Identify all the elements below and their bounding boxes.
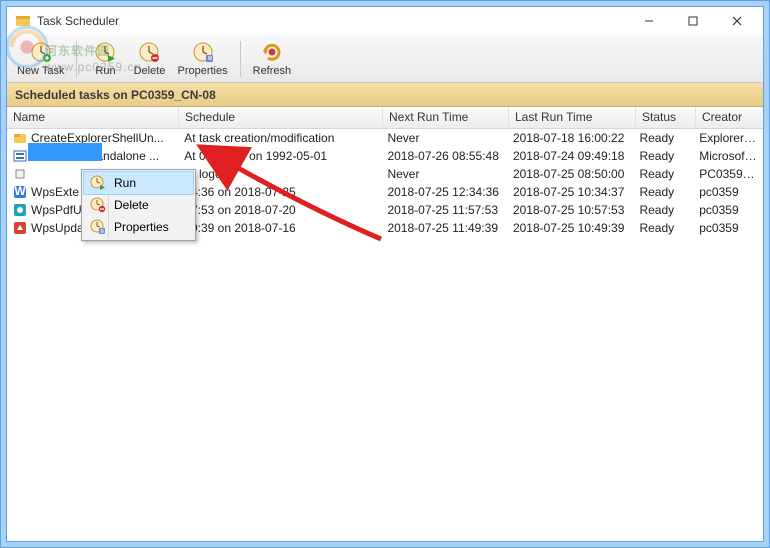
app-window: Task Scheduler 河东软件园 www.pc0359.cn New T… xyxy=(6,6,764,542)
new-task-label: New Task xyxy=(17,65,64,77)
close-button[interactable] xyxy=(715,10,759,32)
task-next-run: 2018-07-26 08:55:48 xyxy=(381,149,507,163)
col-last-run[interactable]: Last Run Time xyxy=(509,107,636,128)
task-schedule: 49:39 on 2018-07-16 xyxy=(178,221,381,235)
task-schedule: 34:36 on 2018-07-25 xyxy=(178,185,381,199)
refresh-icon xyxy=(260,40,284,64)
context-run-label: Run xyxy=(114,176,136,190)
task-next-run: 2018-07-25 11:49:39 xyxy=(381,221,507,235)
task-last-run: 2018-07-24 09:49:18 xyxy=(507,149,634,163)
clock-properties-icon xyxy=(88,219,108,235)
task-name: WpsPdfU xyxy=(31,203,82,217)
task-last-run: 2018-07-25 10:57:53 xyxy=(507,203,634,217)
col-next-run[interactable]: Next Run Time xyxy=(383,107,509,128)
task-status: Ready xyxy=(633,221,693,235)
toolbar: 河东软件园 www.pc0359.cn New Task Run Delete … xyxy=(7,35,763,83)
task-name: WpsExte xyxy=(31,185,79,199)
context-properties-label: Properties xyxy=(114,220,169,234)
task-creator: pc0359 xyxy=(693,203,763,217)
table-row[interactable]: OneDrive Standalone ...At 04:00:00 on 19… xyxy=(7,147,763,165)
info-bar-text: Scheduled tasks on PC0359_CN-08 xyxy=(15,88,216,102)
task-icon xyxy=(13,167,27,181)
info-bar: Scheduled tasks on PC0359_CN-08 xyxy=(7,83,763,107)
title-bar: Task Scheduler xyxy=(7,7,763,35)
clock-run-icon xyxy=(88,175,108,191)
table-row[interactable]: CreateExplorerShellUn...At task creation… xyxy=(7,129,763,147)
window-title: Task Scheduler xyxy=(37,14,627,28)
col-creator[interactable]: Creator xyxy=(696,107,763,128)
task-next-run: Never xyxy=(381,131,507,145)
task-schedule: 57:53 on 2018-07-20 xyxy=(178,203,381,217)
task-schedule: At task creation/modification xyxy=(178,131,381,145)
maximize-button[interactable] xyxy=(671,10,715,32)
properties-label: Properties xyxy=(177,65,227,77)
task-creator: Microsoft Cor... xyxy=(693,149,763,163)
context-menu-run[interactable]: Run xyxy=(83,171,194,195)
clock-delete-icon xyxy=(137,40,161,64)
context-menu: Run Delete Properties xyxy=(81,169,196,241)
col-status[interactable]: Status xyxy=(636,107,696,128)
task-creator: ExplorerShell... xyxy=(693,131,763,145)
delete-button[interactable]: Delete xyxy=(127,37,171,81)
task-last-run: 2018-07-25 10:49:39 xyxy=(507,221,634,235)
task-next-run: 2018-07-25 11:57:53 xyxy=(381,203,507,217)
task-next-run: 2018-07-25 12:34:36 xyxy=(381,185,507,199)
refresh-label: Refresh xyxy=(253,65,292,77)
clock-properties-icon xyxy=(191,40,215,64)
clock-run-icon xyxy=(93,40,117,64)
task-status: Ready xyxy=(633,149,693,163)
col-name[interactable]: Name xyxy=(7,107,179,128)
task-icon xyxy=(13,131,27,145)
task-last-run: 2018-07-18 16:00:22 xyxy=(507,131,634,145)
refresh-button[interactable]: Refresh xyxy=(247,37,298,81)
context-delete-label: Delete xyxy=(114,198,149,212)
task-status: Ready xyxy=(633,131,693,145)
task-schedule: At logon xyxy=(178,167,381,181)
task-creator: pc0359 xyxy=(693,221,763,235)
task-next-run: Never xyxy=(381,167,507,181)
new-task-button[interactable]: New Task xyxy=(11,37,70,81)
task-icon xyxy=(13,149,27,163)
clock-new-icon xyxy=(29,40,53,64)
selection-highlight xyxy=(28,143,102,161)
task-schedule: At 04:00:00 on 1992-05-01 xyxy=(178,149,381,163)
context-menu-delete[interactable]: Delete xyxy=(84,194,193,216)
task-creator: pc0359 xyxy=(693,185,763,199)
task-name: WpsUpda xyxy=(31,221,84,235)
task-icon: W xyxy=(13,185,27,199)
toolbar-separator xyxy=(76,41,77,77)
run-label: Run xyxy=(95,65,115,77)
task-last-run: 2018-07-25 08:50:00 xyxy=(507,167,634,181)
task-status: Ready xyxy=(633,167,693,181)
properties-button[interactable]: Properties xyxy=(171,37,233,81)
task-creator: PC0359_CN-... xyxy=(693,167,763,181)
app-icon xyxy=(15,13,31,29)
task-icon xyxy=(13,203,27,217)
task-icon xyxy=(13,221,27,235)
task-status: Ready xyxy=(633,203,693,217)
column-headers: Name Schedule Next Run Time Last Run Tim… xyxy=(7,107,763,129)
run-button[interactable]: Run xyxy=(83,37,127,81)
minimize-button[interactable] xyxy=(627,10,671,32)
toolbar-separator xyxy=(240,41,241,77)
delete-label: Delete xyxy=(134,65,166,77)
svg-text:W: W xyxy=(14,185,26,198)
context-menu-properties[interactable]: Properties xyxy=(84,216,193,238)
clock-delete-icon xyxy=(88,197,108,213)
task-last-run: 2018-07-25 10:34:37 xyxy=(507,185,634,199)
col-schedule[interactable]: Schedule xyxy=(179,107,383,128)
task-status: Ready xyxy=(633,185,693,199)
